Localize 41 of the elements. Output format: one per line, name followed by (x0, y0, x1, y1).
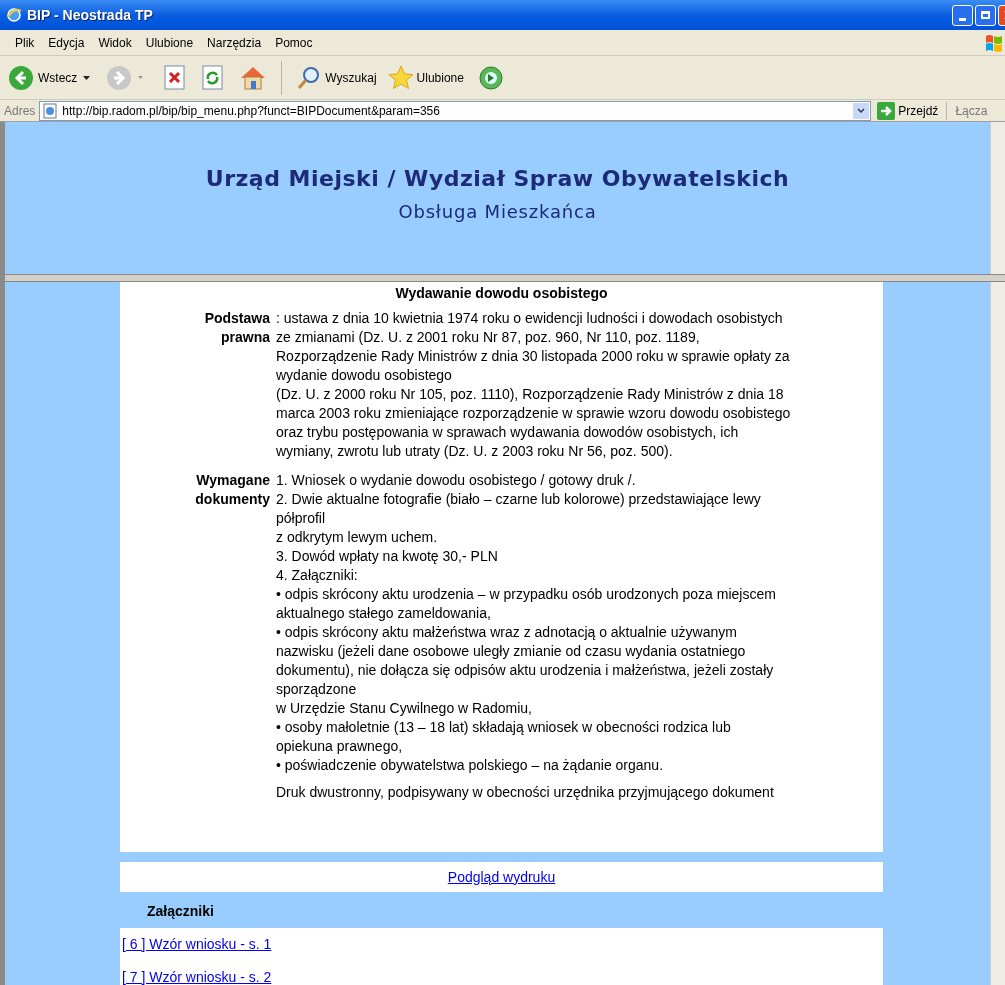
maximize-button[interactable] (975, 4, 996, 26)
minimize-button[interactable] (952, 4, 973, 26)
caret-icon (138, 76, 144, 79)
scrollbar[interactable] (990, 122, 1005, 274)
media-icon[interactable] (477, 64, 504, 91)
frame-splitter[interactable] (5, 274, 1005, 282)
field-label: Wymagane dokumenty (194, 471, 270, 509)
menu-item[interactable]: Ulubione (142, 33, 197, 52)
stop-icon[interactable] (163, 64, 188, 91)
attachments-heading: Załączniki (147, 902, 214, 921)
go-button[interactable]: Przejdź (877, 101, 939, 120)
windows-flag-icon (983, 32, 1005, 54)
scrollbar[interactable] (990, 282, 1005, 985)
refresh-icon[interactable] (201, 64, 226, 91)
attachment-link[interactable]: [ 7 ] Wzór wniosku - s. 2 (122, 967, 272, 985)
attachment-link[interactable]: [ 6 ] Wzór wniosku - s. 1 (122, 934, 272, 955)
field-label: Podstawa prawna (203, 309, 270, 347)
header-subtitle: Obsługa Mieszkańca (398, 200, 597, 224)
document-title: Wydawanie dowodu osobistego (395, 284, 608, 303)
header-title: Urząd Miejski / Wydział Spraw Obywatelskich (205, 165, 790, 193)
menu-item[interactable]: Pomoc (272, 33, 316, 52)
page-icon (42, 102, 59, 119)
address-label: Adres (3, 102, 37, 120)
search-button[interactable]: Wyszukaj (296, 64, 377, 91)
field-text: : ustawa z dnia 10 kwietnia 1974 roku o ewidencji ludności i dowodach osobistych ze zmianami (Dz. U. z 2001 roku Nr 87, poz. 960, Nr 110, poz. 1189, Rozporządzenie Rady Ministrów z dnia 30 listopada 2000 roku w sprawie opłaty za wydanie dowodu osobistego (Dz. U. z 2000 roku Nr 105, poz. 1110), Rozporządzenie Rady Ministrów z dnia 18 marca 2003 roku zmieniające rozporządzenie w sprawie wzoru dowodu osobistego oraz trybu postępowania w sprawach wydawania dowodów osobistych, ich wymiany, zwrotu lub utraty (Dz. U. z 2003 roku Nr 56, poz. 500). (276, 309, 791, 461)
caret-icon (83, 75, 91, 80)
back-button[interactable]: Wstecz (8, 64, 78, 91)
links-label[interactable]: Łącza (955, 101, 988, 120)
favorites-button[interactable]: Ulubione (386, 64, 464, 91)
print-preview-link[interactable]: Podgląd wydruku (447, 866, 556, 888)
chevron-down-icon (857, 107, 866, 114)
star-icon (386, 64, 415, 91)
address-field[interactable]: http://bip.radom.pl/bip/bip_menu.php?funct=BIPDocument&param=356 (39, 100, 872, 121)
menu-item[interactable]: Edycja (45, 33, 88, 52)
menu-item[interactable]: Plik (12, 33, 38, 52)
browser-logo-icon (6, 7, 22, 23)
window-title: BIP - Neostrada TP (27, 5, 153, 25)
field-text: 1. Wniosek o wydanie dowodu osobistego / gotowy druk /. 2. Dwie aktualne fotografie (biało – czarne lub kolorowe) przedstawiające lewy półprofil z odkrytym lewym uchem. 3. Dowód wpłaty na kwotę 30,- PLN 4. Załączniki: • odpis skrócony aktu urodzenia – w przypadku osób urodzonych poza miejscem aktualnego stałego zameldowania, • odpis skrócony aktu małżeństwa wraz z adnotacją o aktualnie używanym nazwisku (jeżeli dane osobowe uległy zmianie od czasu wydania ostatniego dokumentu), nie dołącza się odpisów aktu urodzenia i małżeństwa, jeżeli zostały sporządzone w Urzędzie Stanu Cywilnego w Radomiu, • osoby małoletnie (13 – 18 lat) składają wniosek w obecności rodzica lub opiekuna prawnego, • poświadczenie obywatelstwa polskiego – na żądanie organu. (276, 471, 776, 775)
menu-item[interactable]: Widok (95, 33, 135, 52)
menu-item[interactable]: Narzędzia (204, 33, 265, 52)
field-text: Druk dwustronny, podpisywany w obecności urzędnika przyjmującego dokument (276, 783, 775, 802)
